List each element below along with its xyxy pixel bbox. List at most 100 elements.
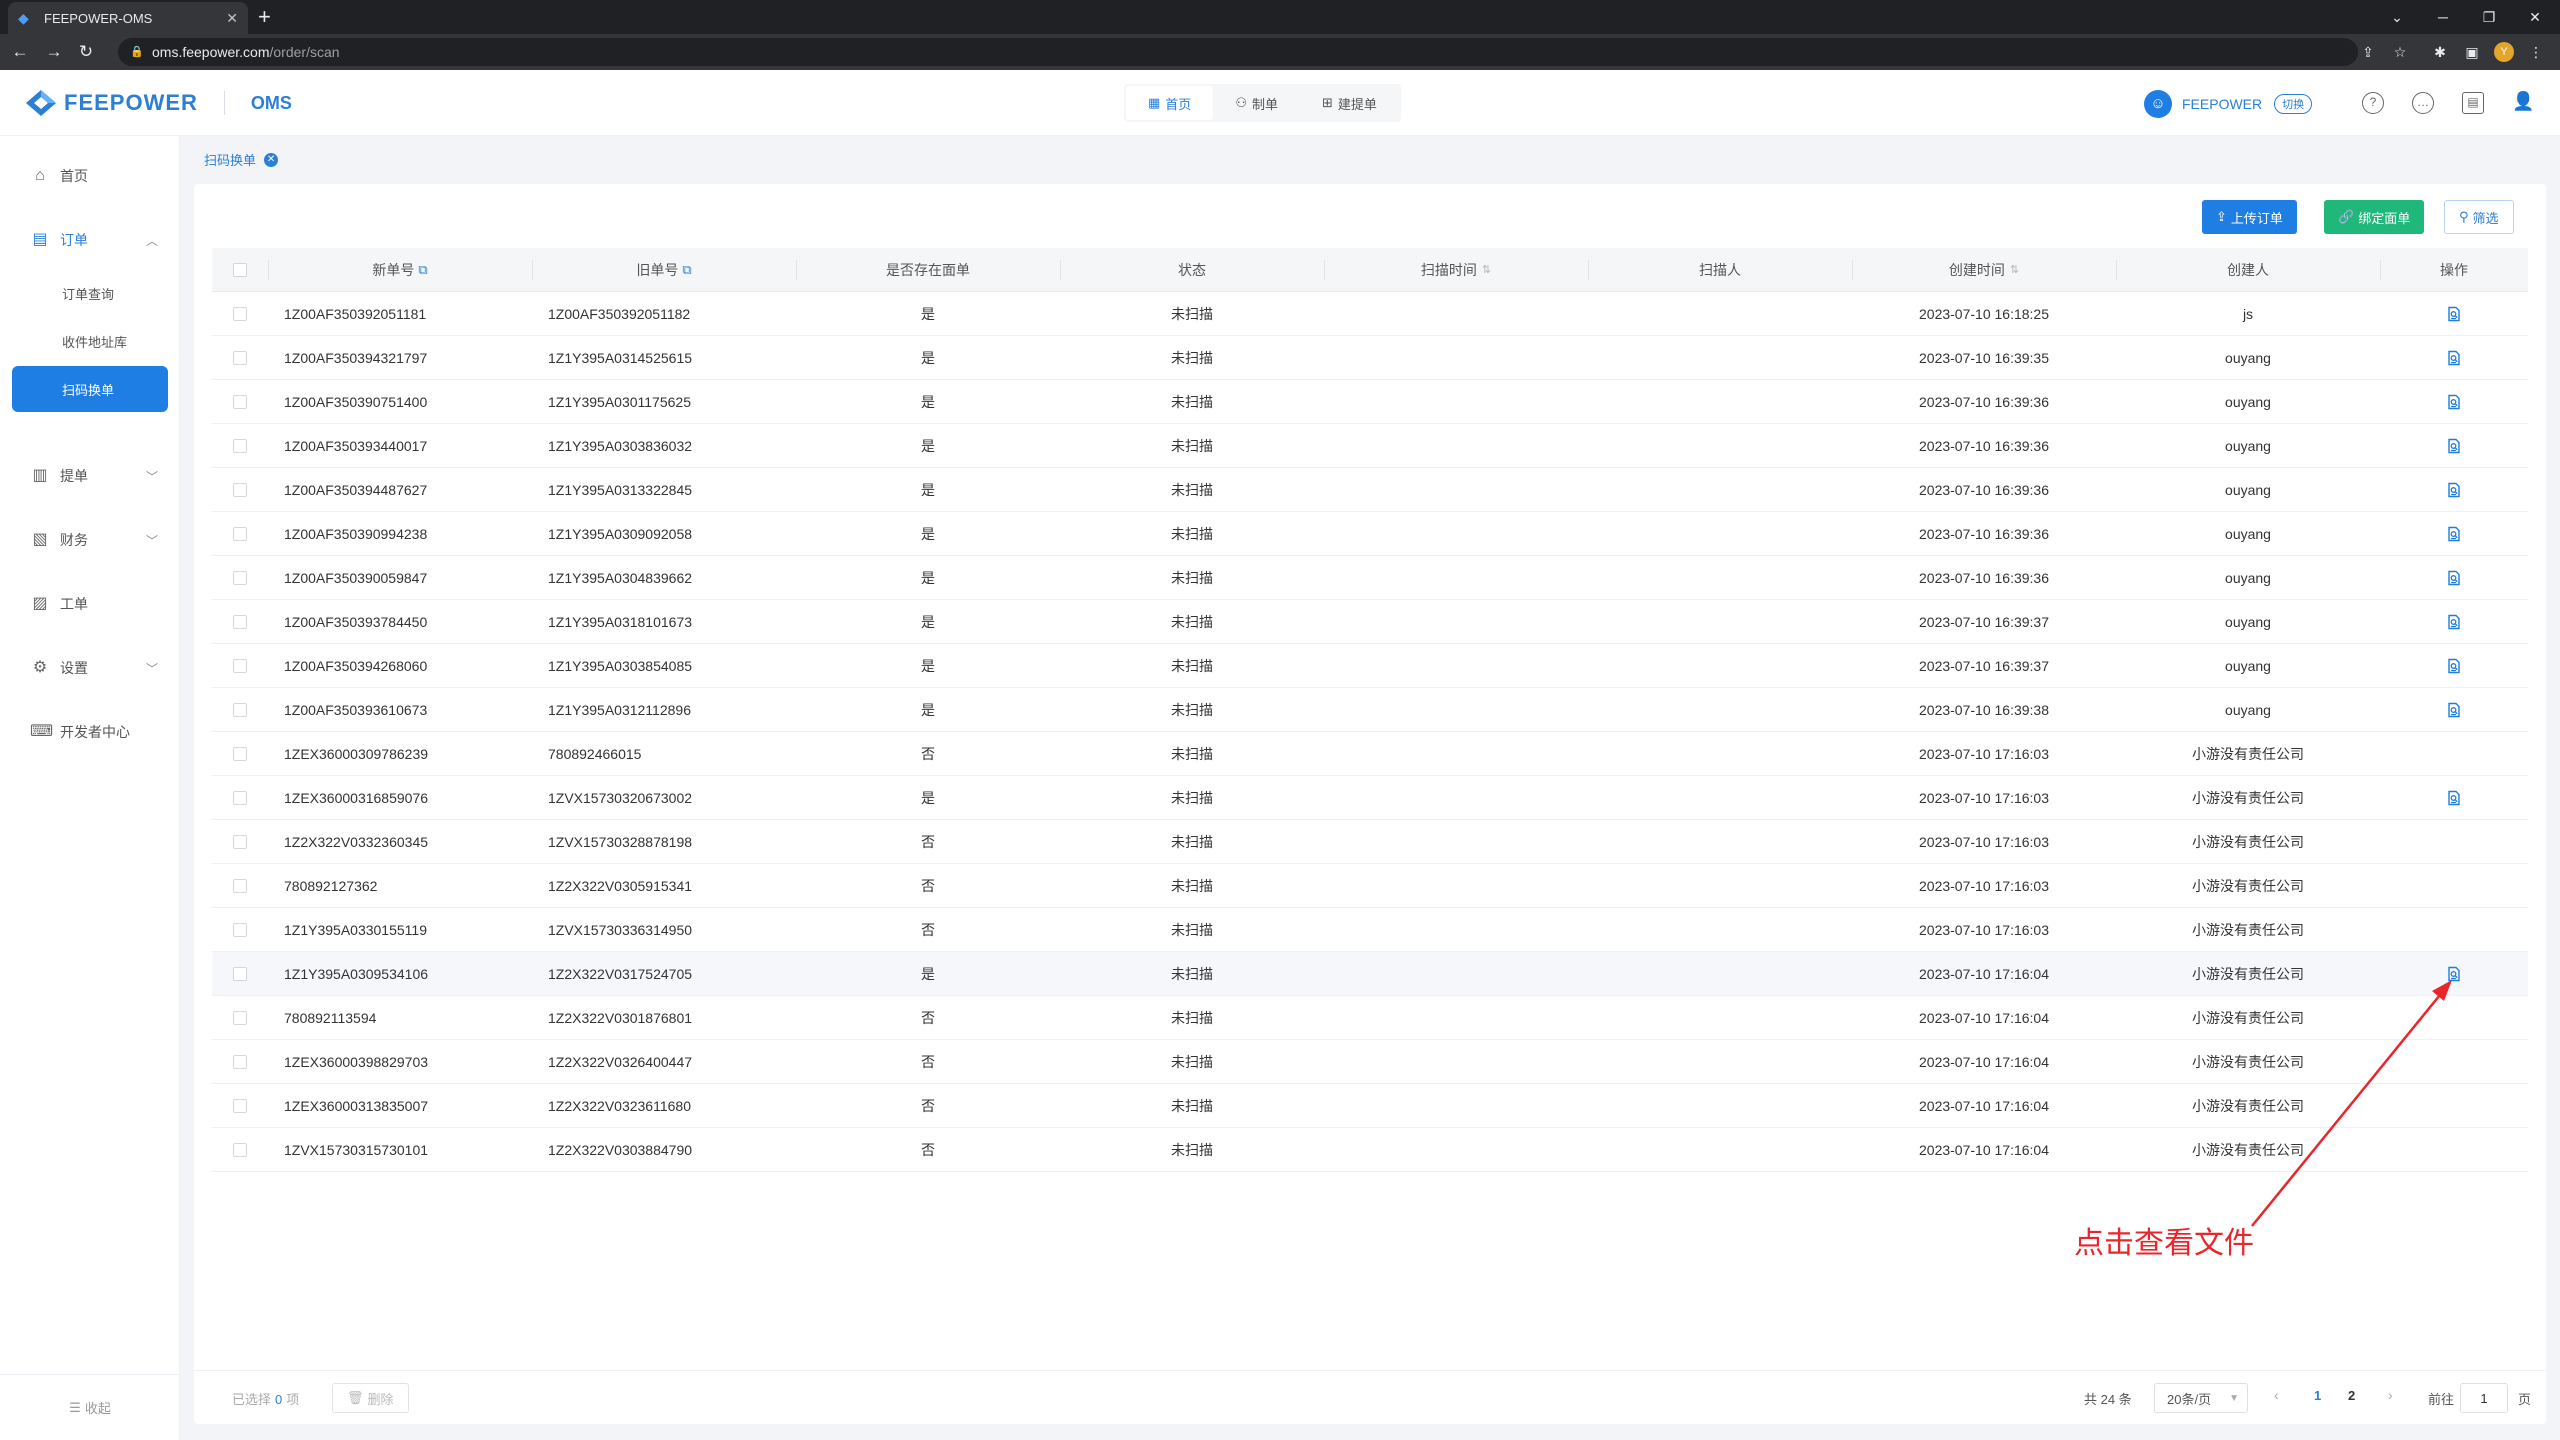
table-row[interactable]: 1ZVX15730315730101 1Z2X322V0303884790 否 未扫描…: [212, 1128, 2528, 1172]
sidebar-sub-address-book[interactable]: 收件地址库: [12, 318, 168, 364]
row-checkbox[interactable]: [233, 746, 247, 761]
table-row[interactable]: 1ZEX36000313835007 1Z2X322V0323611680 否 未扫描…: [212, 1084, 2528, 1128]
view-file-icon[interactable]: [2446, 438, 2462, 454]
browser-tab[interactable]: ◆ FEEPOWER-OMS ✕: [8, 2, 248, 34]
table-row[interactable]: 1Z00AF350393784450 1Z1Y395A0318101673 是 未扫描…: [212, 600, 2528, 644]
view-file-icon[interactable]: [2446, 790, 2462, 806]
sidebar-sub-scan-swap[interactable]: 扫码换单: [12, 366, 168, 412]
row-checkbox[interactable]: [233, 614, 247, 629]
row-checkbox[interactable]: [233, 482, 247, 497]
row-checkbox[interactable]: [233, 350, 247, 365]
row-checkbox[interactable]: [233, 702, 247, 717]
side-panel-icon[interactable]: ▣: [2462, 42, 2482, 62]
view-file-icon[interactable]: [2446, 394, 2462, 410]
window-close-icon[interactable]: ✕: [2512, 0, 2558, 34]
filter-button[interactable]: ⚲ 筛选: [2444, 200, 2514, 234]
switch-account-button[interactable]: 切换: [2274, 94, 2313, 114]
upload-order-button[interactable]: ⇪ 上传订单: [2202, 200, 2297, 234]
row-checkbox[interactable]: [233, 878, 247, 893]
sidebar-item-home[interactable]: ⌂ 首页: [0, 156, 180, 196]
table-row[interactable]: 1ZEX36000316859076 1ZVX15730320673002 是 未扫描…: [212, 776, 2528, 820]
sort-icon[interactable]: ⇅: [1482, 263, 1491, 276]
row-checkbox[interactable]: [233, 1142, 247, 1157]
new-tab-icon[interactable]: +: [258, 4, 271, 30]
bookmark-star-icon[interactable]: ☆: [2390, 42, 2410, 62]
share-icon[interactable]: ⇪: [2358, 42, 2378, 62]
sidebar-item-bills[interactable]: ▥ 提单 ﹀: [0, 456, 180, 496]
tab-search-icon[interactable]: ⌄: [2374, 0, 2420, 34]
table-row[interactable]: 1Z00AF350393440017 1Z1Y395A0303836032 是 未扫描…: [212, 424, 2528, 468]
minimize-icon[interactable]: ─: [2420, 0, 2466, 34]
next-page-icon[interactable]: ›: [2388, 1387, 2393, 1403]
row-checkbox[interactable]: [233, 1054, 247, 1069]
view-file-icon[interactable]: [2446, 306, 2462, 322]
sidebar-item-finance[interactable]: ▧ 财务 ﹀: [0, 520, 180, 560]
bind-label-button[interactable]: 🔗 绑定面单: [2324, 200, 2425, 234]
sidebar-item-developer[interactable]: ⌨ 开发者中心: [0, 712, 180, 752]
browser-menu-icon[interactable]: ⋮: [2526, 42, 2546, 62]
row-checkbox[interactable]: [233, 394, 247, 409]
row-checkbox[interactable]: [233, 834, 247, 849]
feepower-logo[interactable]: FEEPOWER OMS: [24, 88, 292, 118]
back-icon[interactable]: ←: [8, 40, 32, 64]
breadcrumb[interactable]: 扫码换单 ✕: [204, 150, 279, 169]
row-checkbox[interactable]: [233, 306, 247, 321]
profile-avatar-icon[interactable]: Y: [2494, 42, 2514, 62]
page-2[interactable]: 2: [2348, 1388, 2355, 1403]
table-row[interactable]: 1Z1Y395A0330155119 1ZVX15730336314950 否 未扫描…: [212, 908, 2528, 952]
sidebar-item-orders[interactable]: ▤ 订单 ︿: [0, 220, 180, 260]
table-row[interactable]: 1Z00AF350390751400 1Z1Y395A0301175625 是 未扫描…: [212, 380, 2528, 424]
row-checkbox[interactable]: [233, 922, 247, 937]
view-file-icon[interactable]: [2446, 658, 2462, 674]
table-row[interactable]: 780892113594 1Z2X322V0301876801 否 未扫描 2023-0…: [212, 996, 2528, 1040]
address-bar[interactable]: 🔒 oms.feepower.com/order/scan: [118, 38, 2358, 66]
table-row[interactable]: 1Z2X322V0332360345 1ZVX15730328878198 否 未扫描…: [212, 820, 2528, 864]
sidebar-sub-order-query[interactable]: 订单查询: [12, 270, 168, 316]
table-row[interactable]: 1Z00AF350393610673 1Z1Y395A0312112896 是 未扫描…: [212, 688, 2528, 732]
table-row[interactable]: 1Z00AF350390059847 1Z1Y395A0304839662 是 未扫描…: [212, 556, 2528, 600]
view-file-icon[interactable]: [2446, 482, 2462, 498]
topnav-create-order[interactable]: ⚇ 制单: [1213, 86, 1300, 120]
table-row[interactable]: 1ZEX36000309786239 780892466015 否 未扫描 2023-0…: [212, 732, 2528, 776]
sidebar-item-settings[interactable]: ⚙ 设置 ﹀: [0, 648, 180, 688]
copy-icon[interactable]: ⧉: [418, 262, 427, 278]
forward-icon[interactable]: →: [42, 40, 66, 64]
topnav-home[interactable]: ▦ 首页: [1126, 86, 1214, 120]
goto-page-input[interactable]: [2460, 1383, 2508, 1413]
sort-icon[interactable]: ⇅: [2010, 263, 2019, 276]
header-created-time[interactable]: 创建时间 ⇅: [1852, 248, 2116, 291]
row-checkbox[interactable]: [233, 570, 247, 585]
extensions-icon[interactable]: ✱: [2430, 42, 2450, 62]
calendar-icon[interactable]: ▤: [2462, 92, 2484, 114]
table-row[interactable]: 1Z00AF350390994238 1Z1Y395A0309092058 是 未扫描…: [212, 512, 2528, 556]
row-checkbox[interactable]: [233, 438, 247, 453]
prev-page-icon[interactable]: ‹: [2274, 1387, 2279, 1403]
table-row[interactable]: 780892127362 1Z2X322V0305915341 否 未扫描 2023-0…: [212, 864, 2528, 908]
restore-icon[interactable]: ❐: [2466, 0, 2512, 34]
row-checkbox[interactable]: [233, 658, 247, 673]
view-file-icon[interactable]: [2446, 966, 2462, 982]
select-all-checkbox[interactable]: [233, 262, 247, 277]
user-menu[interactable]: ☺ FEEPOWER 切换: [2144, 90, 2313, 118]
header-scan-time[interactable]: 扫描时间 ⇅: [1324, 248, 1588, 291]
delete-button[interactable]: 🗑 删除: [332, 1383, 409, 1413]
row-checkbox[interactable]: [233, 526, 247, 541]
table-row[interactable]: 1Z00AF350392051181 1Z00AF350392051182 是 未扫描…: [212, 292, 2528, 336]
view-file-icon[interactable]: [2446, 702, 2462, 718]
reload-icon[interactable]: ↻: [74, 40, 98, 64]
row-checkbox[interactable]: [233, 1098, 247, 1113]
page-size-select[interactable]: 20条/页 ▼: [2154, 1383, 2248, 1413]
topnav-create-bill[interactable]: ⊞ 建提单: [1300, 86, 1399, 120]
sidebar-collapse-button[interactable]: ☰ 收起: [0, 1374, 180, 1440]
copy-icon[interactable]: ⧉: [682, 262, 691, 278]
row-checkbox[interactable]: [233, 1010, 247, 1025]
view-file-icon[interactable]: [2446, 570, 2462, 586]
row-checkbox[interactable]: [233, 966, 247, 981]
table-row[interactable]: 1Z00AF350394321797 1Z1Y395A0314525615 是 未扫描…: [212, 336, 2528, 380]
user-profile-icon[interactable]: 👤: [2512, 92, 2534, 114]
close-tab-icon[interactable]: ✕: [226, 10, 238, 27]
table-row[interactable]: 1ZEX36000398829703 1Z2X322V0326400447 否 未扫描…: [212, 1040, 2528, 1084]
row-checkbox[interactable]: [233, 790, 247, 805]
table-row[interactable]: 1Z00AF350394268060 1Z1Y395A0303854085 是 未扫描…: [212, 644, 2528, 688]
table-row[interactable]: 1Z1Y395A0309534106 1Z2X322V0317524705 是 未扫描…: [212, 952, 2528, 996]
